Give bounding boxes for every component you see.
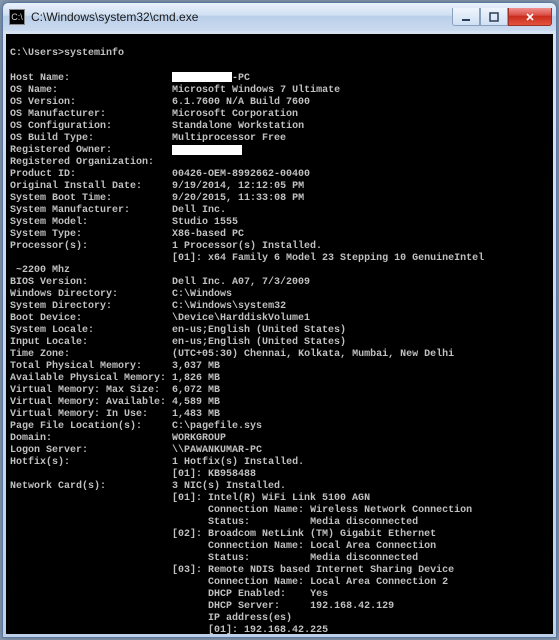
cmd-icon: C:\ [9, 9, 25, 25]
redacted-hostname [172, 72, 232, 82]
close-icon [525, 12, 535, 22]
minimize-icon [461, 12, 471, 22]
row-bios: BIOS Version: Dell Inc. A07, 7/3/2009 [10, 277, 310, 288]
row-pagefile: Page File Location(s): C:\pagefile.sys [10, 421, 262, 432]
minimize-button[interactable] [452, 8, 480, 26]
row-os-name: OS Name: Microsoft Windows 7 Ultimate [10, 85, 340, 96]
row-vmax: Virtual Memory: Max Size: 6,072 MB [10, 385, 220, 396]
row-orig-install: Original Install Date: 9/19/2014, 12:12:… [10, 181, 304, 192]
row-boot-time: System Boot Time: 9/20/2015, 11:33:08 PM [10, 193, 304, 204]
row-os-config: OS Configuration: Standalone Workstation [10, 121, 304, 132]
row-nic-03-ip: IP address(es) [10, 613, 292, 624]
row-avail-mem: Available Physical Memory: 1,826 MB [10, 373, 220, 384]
row-nic-03-ip1: [01]: 192.168.42.225 [10, 625, 328, 634]
redacted-owner [172, 145, 242, 155]
row-input-locale: Input Locale: en-us;English (United Stat… [10, 337, 346, 348]
row-os-build: OS Build Type: Multiprocessor Free [10, 133, 286, 144]
row-sys-model: System Model: Studio 1555 [10, 217, 238, 228]
row-processor-01: [01]: x64 Family 6 Model 23 Stepping 10 … [10, 253, 484, 264]
row-nic-02-st: Status: Media disconnected [10, 553, 418, 564]
row-sys-mfr: System Manufacturer: Dell Inc. [10, 205, 226, 216]
row-os-version: OS Version: 6.1.7600 N/A Build 7600 [10, 97, 310, 108]
row-vavail: Virtual Memory: Available: 4,589 MB [10, 397, 220, 408]
row-product-id: Product ID: 00426-OEM-8992662-00400 [10, 169, 310, 180]
row-nic-03: [03]: Remote NDIS based Internet Sharing… [10, 565, 454, 576]
row-nic-03-dhcps: DHCP Server: 192.168.42.129 [10, 601, 394, 612]
window-title: C:\Windows\system32\cmd.exe [31, 10, 452, 24]
row-hotfix: Hotfix(s): 1 Hotfix(s) Installed. [10, 457, 304, 468]
row-sys-locale: System Locale: en-us;English (United Sta… [10, 325, 346, 336]
row-win-dir: Windows Directory: C:\Windows [10, 289, 232, 300]
row-vuse: Virtual Memory: In Use: 1,483 MB [10, 409, 220, 420]
prompt-line: C:\Users>systeminfo [10, 48, 124, 59]
row-nic-03-cn: Connection Name: Local Area Connection 2 [10, 577, 448, 588]
row-nic-01-st: Status: Media disconnected [10, 517, 418, 528]
row-host-name: Host Name: -PC [10, 73, 250, 84]
maximize-button[interactable] [480, 8, 508, 26]
row-reg-owner: Registered Owner: [10, 145, 242, 156]
row-domain: Domain: WORKGROUP [10, 433, 226, 444]
titlebar[interactable]: C:\ C:\Windows\system32\cmd.exe [3, 3, 556, 31]
row-nic: Network Card(s): 3 NIC(s) Installed. [10, 481, 286, 492]
row-tz: Time Zone: (UTC+05:30) Chennai, Kolkata,… [10, 349, 454, 360]
row-logon: Logon Server: \\PAWANKUMAR-PC [10, 445, 262, 456]
row-sys-type: System Type: X86-based PC [10, 229, 244, 240]
row-processors: Processor(s): 1 Processor(s) Installed. [10, 241, 322, 252]
row-total-mem: Total Physical Memory: 3,037 MB [10, 361, 220, 372]
maximize-icon [489, 12, 499, 22]
row-os-mfr: OS Manufacturer: Microsoft Corporation [10, 109, 298, 120]
row-reg-org: Registered Organization: [10, 157, 154, 168]
close-button[interactable] [508, 8, 552, 26]
console-output[interactable]: C:\Users>systeminfo Host Name: -PC OS Na… [6, 34, 553, 634]
row-hotfix-01: [01]: KB958488 [10, 469, 256, 480]
row-boot-dev: Boot Device: \Device\HarddiskVolume1 [10, 313, 310, 324]
row-mhz: ~2200 Mhz [10, 265, 70, 276]
row-nic-02: [02]: Broadcom NetLink (TM) Gigabit Ethe… [10, 529, 436, 540]
row-nic-01: [01]: Intel(R) WiFi Link 5100 AGN [10, 493, 370, 504]
cmd-window: C:\ C:\Windows\system32\cmd.exe C:\Users… [2, 2, 557, 638]
row-nic-03-dhcp: DHCP Enabled: Yes [10, 589, 328, 600]
row-nic-01-cn: Connection Name: Wireless Network Connec… [10, 505, 472, 516]
row-sys-dir: System Directory: C:\Windows\system32 [10, 301, 286, 312]
window-controls [452, 8, 552, 26]
row-nic-02-cn: Connection Name: Local Area Connection [10, 541, 436, 552]
